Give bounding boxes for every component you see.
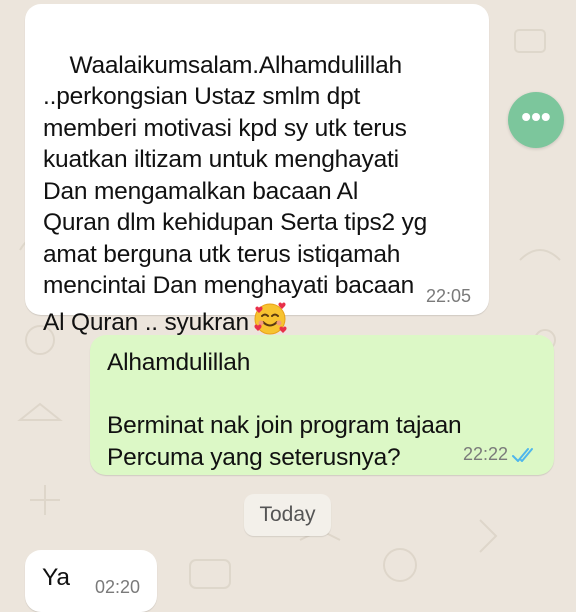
message-text: Ya xyxy=(42,564,70,591)
incoming-message-bubble[interactable]: Waalaikumsalam.Alhamdulillah ..perkongsi… xyxy=(25,4,489,336)
message-text: Alhamdulillah Berminat nak join program … xyxy=(107,349,462,471)
outgoing-message-bubble[interactable]: Alhamdulillah Berminat nak join program … xyxy=(90,335,554,475)
more-options-button[interactable]: ••• xyxy=(508,92,564,148)
date-separator: Today xyxy=(244,494,331,536)
incoming-message-bubble[interactable]: Ya 02:20 xyxy=(25,550,157,612)
message-text: Waalaikumsalam.Alhamdulillah ..perkongsi… xyxy=(43,51,428,336)
message-timestamp: 22:22 xyxy=(462,444,508,464)
smiling-face-with-hearts-icon xyxy=(254,302,287,334)
read-receipt-ticks-icon xyxy=(512,448,533,462)
message-timestamp: 02:20 xyxy=(95,577,141,597)
more-options-icon: ••• xyxy=(521,101,551,132)
message-timestamp: 22:05 xyxy=(425,286,471,306)
